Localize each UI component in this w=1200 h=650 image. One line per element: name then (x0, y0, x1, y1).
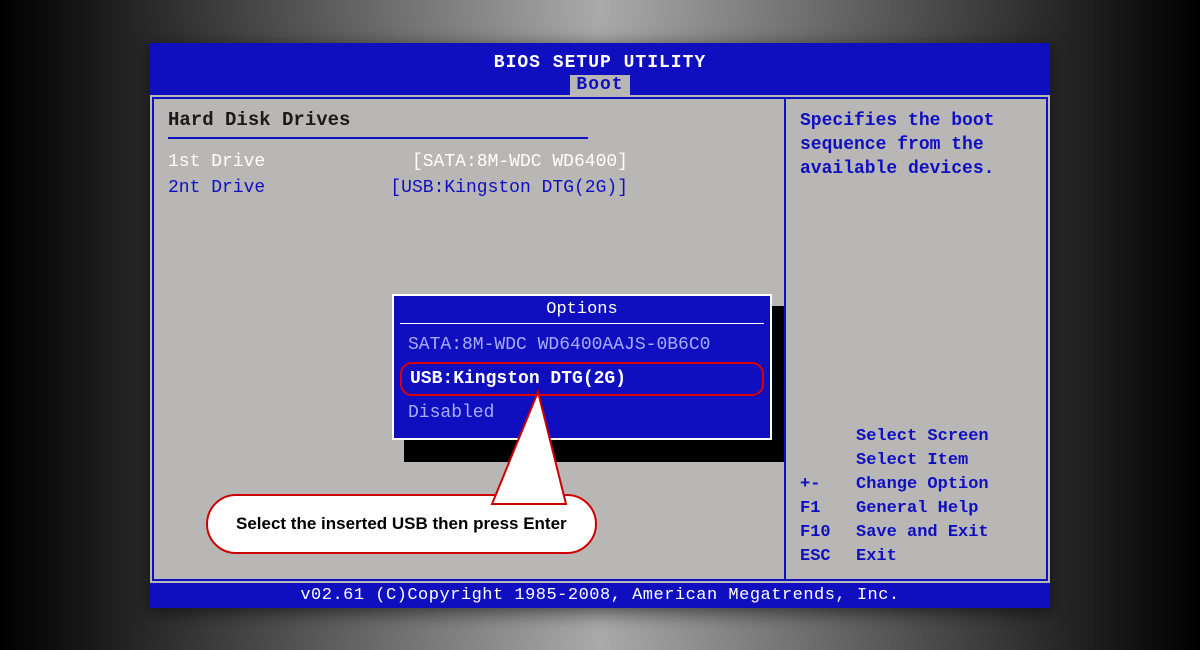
key-row: Select Item (800, 449, 1032, 473)
bios-window: BIOS SETUP UTILITY Boot Hard Disk Drives… (150, 43, 1050, 608)
drive-label: 2nt Drive (168, 175, 265, 201)
key-row: F1General Help (800, 497, 1032, 521)
popup-item-usb[interactable]: USB:Kingston DTG(2G) (400, 362, 764, 396)
left-pane: Hard Disk Drives 1st Drive [SATA:8M-WDC … (154, 99, 786, 579)
app-title: BIOS SETUP UTILITY (494, 49, 706, 73)
right-pane: Specifies the boot sequence from the ava… (786, 99, 1046, 579)
key-help: Select Screen Select Item +-Change Optio… (800, 425, 1032, 569)
options-popup: Options SATA:8M-WDC WD6400AAJS-0B6C0 USB… (392, 294, 772, 440)
key-row: F10Save and Exit (800, 521, 1032, 545)
title-bar: BIOS SETUP UTILITY Boot (150, 43, 1050, 95)
footer-copyright: v02.61 (C)Copyright 1985-2008, American … (150, 583, 1050, 608)
key-row: Select Screen (800, 425, 1032, 449)
popup-title: Options (400, 300, 764, 319)
key-row: ESCExit (800, 545, 1032, 569)
section-title: Hard Disk Drives (168, 109, 588, 139)
popup-box: Options SATA:8M-WDC WD6400AAJS-0B6C0 USB… (392, 294, 772, 440)
help-text: Specifies the boot sequence from the ava… (800, 109, 1032, 181)
drive-value: [USB:Kingston DTG(2G)] (390, 175, 628, 201)
tab-boot[interactable]: Boot (570, 75, 629, 95)
key-row: +-Change Option (800, 473, 1032, 497)
drive-row-2[interactable]: 2nt Drive [USB:Kingston DTG(2G)] (168, 175, 628, 201)
drive-value: [SATA:8M-WDC WD6400] (412, 149, 628, 175)
drive-row-1[interactable]: 1st Drive [SATA:8M-WDC WD6400] (168, 149, 628, 175)
annotation-callout: Select the inserted USB then press Enter (206, 494, 597, 554)
drive-label: 1st Drive (168, 149, 265, 175)
body-area: Hard Disk Drives 1st Drive [SATA:8M-WDC … (152, 97, 1048, 581)
popup-item-sata[interactable]: SATA:8M-WDC WD6400AAJS-0B6C0 (400, 330, 764, 360)
callout-text: Select the inserted USB then press Enter (206, 494, 597, 554)
popup-item-disabled[interactable]: Disabled (400, 398, 764, 428)
popup-divider (400, 323, 764, 324)
